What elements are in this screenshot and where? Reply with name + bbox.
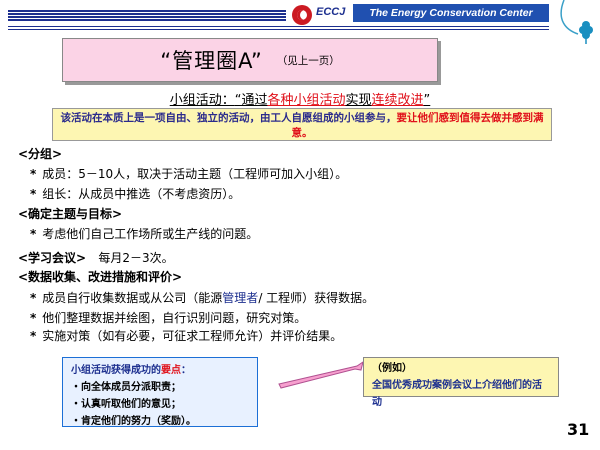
example-box: （例如） 全国优秀成功案例会议上介绍他们的活动 bbox=[363, 357, 559, 408]
bullet-icon: * bbox=[30, 187, 37, 201]
list-item: * 他们整理数据并绘图，自行识别问题，研究对策。 bbox=[30, 309, 306, 326]
bullet-icon: * bbox=[30, 167, 37, 181]
page-number: 31 bbox=[567, 420, 590, 439]
success-title-b: 要点 bbox=[161, 365, 181, 376]
intro-box: 该活动在本质上是一项自由、独立的活动，由工人自愿组成的小组参与，要让他们感到值得… bbox=[52, 108, 552, 141]
subtitle-mid: 实现 bbox=[345, 93, 372, 108]
section-heading-meeting: <学习会议> bbox=[18, 251, 87, 265]
bullet-icon: * bbox=[30, 227, 37, 241]
success-title-c: ： bbox=[181, 365, 191, 376]
section-meeting: <学习会议> 每月2－3次。 bbox=[18, 249, 174, 266]
data-item-1b: 管理者 bbox=[222, 291, 259, 305]
group-item-1: 成员：5－10人，取决于活动主题（工程师可加入小组）。 bbox=[42, 167, 348, 181]
section-heading-data: <数据收集、改进措施和评价> bbox=[18, 270, 183, 284]
subtitle-open: “通过 bbox=[234, 93, 268, 108]
list-item: ・向全体成员分派职责； bbox=[71, 382, 181, 393]
list-item: * 成员：5－10人，取决于活动主题（工程师可加入小组）。 bbox=[30, 165, 347, 182]
title-note: （见上一页） bbox=[276, 54, 340, 67]
bullet-icon: * bbox=[30, 291, 37, 305]
group-item-2: 组长：从成员中推选（不考虑资历）。 bbox=[42, 187, 241, 201]
example-text: 全国优秀成功案例会议上介绍他们的活动 bbox=[372, 380, 542, 408]
arrow-icon bbox=[278, 360, 364, 389]
list-item: ・肯定他们的努力（奖励）。 bbox=[71, 416, 196, 427]
bullet-icon: * bbox=[30, 329, 37, 343]
success-points-title: 小组活动获得成功的要点： bbox=[71, 362, 249, 379]
list-item: ・认真听取他们的意见； bbox=[71, 399, 181, 410]
header-rule bbox=[8, 26, 549, 27]
success-title-a: 小组活动获得成功的 bbox=[71, 365, 161, 376]
example-label: （例如） bbox=[372, 363, 412, 374]
logo-text: ECCJ bbox=[316, 6, 346, 18]
page-title: “管理圈A” bbox=[160, 49, 263, 73]
list-item: * 实施对策（如有必要，可征求工程师允许）并评价结果。 bbox=[30, 327, 342, 344]
header-stripes bbox=[8, 10, 286, 22]
section-heading-group: <分组> bbox=[18, 147, 63, 161]
subtitle-prefix: 小组活动： bbox=[169, 93, 235, 108]
data-item-2: 他们整理数据并绘图，自行识别问题，研究对策。 bbox=[42, 311, 307, 325]
subtitle-close: ” bbox=[423, 93, 431, 108]
subtitle: 小组活动：“通过各种小组活动实现连续改进” bbox=[0, 89, 600, 108]
meeting-text: 每月2－3次。 bbox=[98, 251, 174, 265]
title-box: “管理圈A” （见上一页） bbox=[62, 38, 438, 82]
header-rule-2 bbox=[8, 29, 549, 30]
bullet-icon: * bbox=[30, 311, 37, 325]
data-item-1a: 成员自行收集数据或从公司（能源 bbox=[42, 291, 223, 305]
list-item: * 考虑他们自己工作场所或生产线的问题。 bbox=[30, 225, 258, 242]
section-heading-theme: <确定主题与目标> bbox=[18, 207, 123, 221]
list-item: * 成员自行收集数据或从公司（能源管理者/ 工程师）获得数据。 bbox=[30, 289, 374, 306]
clover-decoration-icon bbox=[560, 0, 593, 44]
intro-text-2: 工人自愿组成的小组参与， bbox=[270, 112, 397, 124]
eccj-logo-icon bbox=[292, 5, 312, 25]
data-item-1c: / 工程师）获得数据。 bbox=[258, 291, 375, 305]
list-item: * 组长：从成员中推选（不考虑资历）。 bbox=[30, 185, 240, 202]
theme-item-1: 考虑他们自己工作场所或生产线的问题。 bbox=[42, 227, 259, 241]
subtitle-highlight-1: 各种小组活动 bbox=[267, 93, 346, 108]
success-points-box: 小组活动获得成功的要点： ・向全体成员分派职责； ・认真听取他们的意见； ・肯定… bbox=[62, 357, 258, 427]
intro-text-1: 该活动在本质上是一项自由、独立的活动，由 bbox=[60, 112, 271, 124]
org-name: The Energy Conservation Center Japan bbox=[353, 4, 549, 37]
data-item-3: 实施对策（如有必要，可征求工程师允许）并评价结果。 bbox=[42, 329, 343, 343]
subtitle-highlight-2: 连续改进 bbox=[371, 93, 424, 108]
